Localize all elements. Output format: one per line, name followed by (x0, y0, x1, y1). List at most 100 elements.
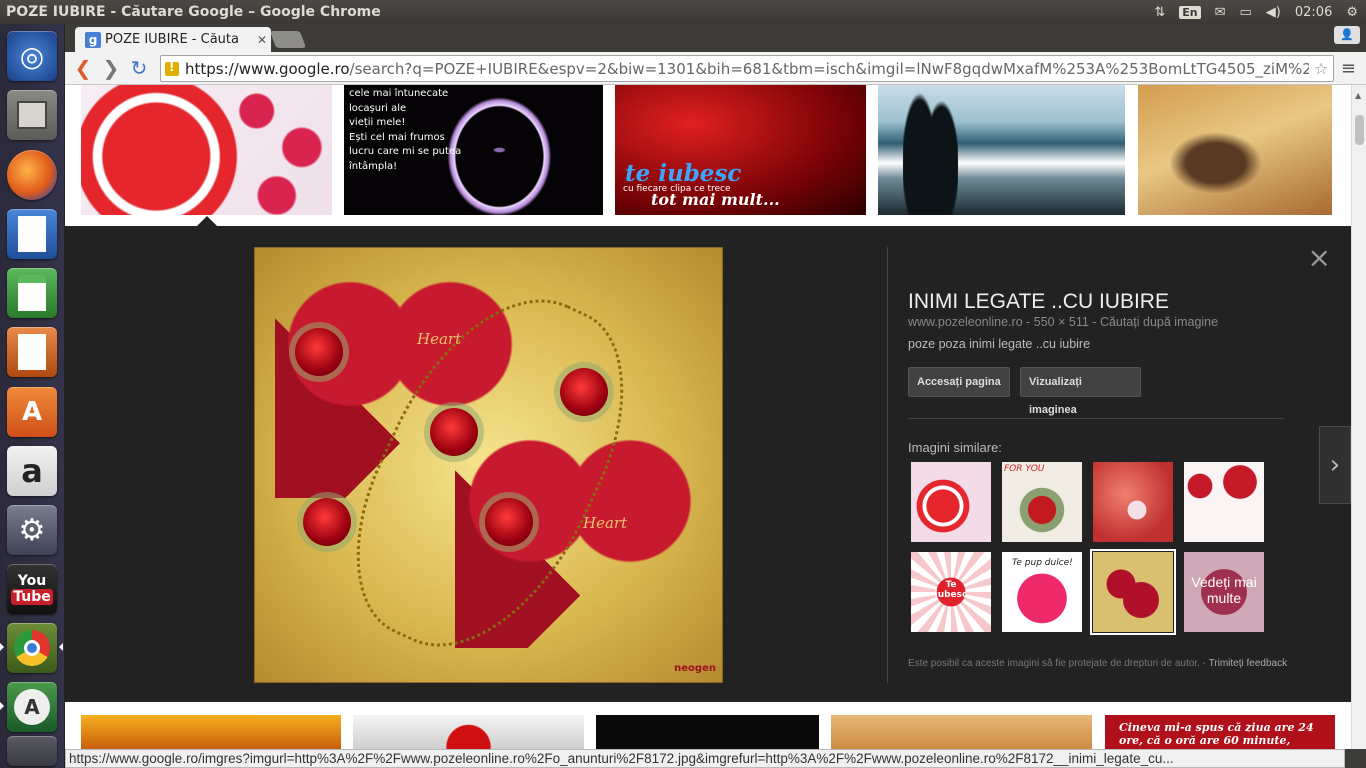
vertical-divider (887, 247, 888, 683)
preview-caret (197, 216, 217, 226)
youtube-icon[interactable]: You Tube (7, 564, 57, 614)
heart-label: Heart (583, 514, 628, 532)
preview-description: poze poza inimi legate ..cu iubire (908, 337, 1091, 351)
result-thumbnail-3[interactable]: te iubesc cu fiecare clipa ce trece tot … (615, 85, 866, 215)
result-thumbnail-2[interactable]: cele mai întunecate locașuri ale vieții … (344, 85, 603, 215)
launcher-pip-chrome (0, 643, 4, 651)
close-preview-icon[interactable]: × (1308, 244, 1331, 272)
scrollbar-thumb[interactable] (1355, 115, 1364, 145)
google-favicon-icon: g (85, 31, 101, 48)
similar-images-label: Imagini similare: (908, 440, 1002, 455)
chrome-menu-icon[interactable]: ≡ (1341, 58, 1356, 79)
similar-image[interactable] (911, 462, 991, 542)
similar-image-caption: Te iubesc (934, 580, 968, 600)
writer-icon[interactable] (7, 209, 57, 259)
launcher: ◎ A a ⚙ You Tube A (0, 24, 65, 768)
copyright-text: Este posibil ca aceste imagini să fie pr… (908, 658, 1200, 669)
tab-strip: g POZE IUBIRE - Căuta ✕ 👤 (65, 24, 1366, 52)
url-text: https://www.google.ro/search?q=POZE+IUBI… (185, 60, 1309, 78)
updater-icon[interactable]: A (7, 682, 57, 732)
launcher-pip-updater (0, 702, 4, 710)
send-feedback-link[interactable]: Trimiteți feedback (1209, 658, 1288, 669)
preview-main-image[interactable]: Heart Heart neogen (254, 247, 723, 686)
meta-separator: - (1092, 315, 1100, 329)
youtube-label-bottom: Tube (11, 589, 53, 605)
search-by-image-link[interactable]: Căutați după imagine (1100, 315, 1218, 329)
result-thumbnail-4[interactable] (878, 85, 1125, 215)
clock[interactable]: 02:06 (1295, 5, 1332, 20)
rose (485, 498, 533, 546)
file-cabinet-icon[interactable] (7, 90, 57, 140)
mail-icon[interactable]: ✉ (1215, 5, 1226, 20)
volume-icon[interactable]: ◀) (1266, 5, 1281, 20)
next-image-button[interactable]: › (1319, 426, 1351, 504)
image-dimensions: 550 × 511 (1033, 315, 1089, 329)
couple-silhouette (903, 85, 958, 215)
scroll-up-icon[interactable]: ▲ (1355, 91, 1361, 100)
result-thumbnail-6[interactable] (81, 715, 341, 749)
back-button[interactable]: ❮ (69, 54, 97, 82)
result-thumbnail-8[interactable] (596, 715, 819, 749)
rose (303, 498, 351, 546)
profile-icon[interactable]: 👤 (1334, 26, 1360, 44)
result-thumbnail-7[interactable] (353, 715, 584, 749)
result-thumbnail-9[interactable] (831, 715, 1092, 749)
result-thumbnail-10[interactable]: Cineva mi-a spus că ziua are 24 ore, că … (1105, 715, 1335, 749)
similar-image-caption: Te pup dulce! (1012, 558, 1073, 568)
amazon-icon[interactable]: a (7, 446, 57, 496)
result-thumbnail-1[interactable] (81, 85, 332, 215)
thumbnail-caption: cele mai întunecate locașuri ale vieții … (349, 88, 462, 172)
similar-image[interactable] (1184, 462, 1264, 542)
rose (295, 328, 343, 376)
view-image-button[interactable]: Vizualizați imaginea (1020, 367, 1141, 416)
address-bar[interactable]: https://www.google.ro/search?q=POZE+IUBI… (160, 55, 1334, 82)
keyboard-language-indicator[interactable]: En (1179, 5, 1201, 19)
url-host: https://www.google.ro (185, 59, 350, 78)
status-bubble: https://www.google.ro/imgres?imgurl=http… (65, 749, 1345, 768)
similar-image-selected[interactable] (1090, 549, 1176, 635)
reload-button[interactable]: ↻ (125, 54, 153, 82)
wrench-gear-icon[interactable]: ⚙ (7, 505, 57, 555)
firefox-icon[interactable] (7, 150, 57, 200)
see-more-label: Vedeți mai multe (1191, 574, 1257, 606)
trash-icon[interactable] (7, 736, 57, 766)
forward-button[interactable]: ❯ (97, 54, 125, 82)
heart-label: Heart (417, 330, 462, 348)
vertical-scrollbar[interactable]: ▲ (1351, 85, 1366, 749)
bookmark-star-icon[interactable]: ☆ (1309, 59, 1333, 78)
ubuntu-logo-icon[interactable]: ◎ (7, 31, 57, 81)
result-thumbnail-5[interactable] (1138, 85, 1332, 215)
similar-image[interactable]: FOR YOU (1002, 462, 1082, 542)
transfer-arrows-icon[interactable]: ⇅ (1154, 5, 1165, 20)
tab-active[interactable]: g POZE IUBIRE - Căuta ✕ (75, 27, 271, 52)
page-content: cele mai întunecate locașuri ale vieții … (65, 85, 1351, 749)
preview-title[interactable]: INIMI LEGATE ..CU IUBIRE (908, 290, 1169, 314)
system-tray: ⇅ En ✉ ▭ ◀) 02:06 ⚙ (1154, 5, 1366, 20)
similar-image[interactable] (1093, 462, 1173, 542)
battery-icon[interactable]: ▭ (1240, 5, 1252, 20)
warning-lock-icon[interactable] (165, 60, 179, 76)
window-title: POZE IUBIRE - Căutare Google – Google Ch… (6, 4, 381, 20)
copyright-notice: Este posibil ca aceste imagini să fie pr… (908, 658, 1288, 669)
amazon-letter: a (21, 452, 43, 490)
calc-icon[interactable] (7, 268, 57, 318)
similar-image-caption: FOR YOU (1004, 464, 1045, 474)
see-more-button[interactable]: Vedeți mai multe (1184, 552, 1264, 632)
rose (430, 408, 478, 456)
watermark: neogen (674, 663, 716, 674)
power-gear-icon[interactable]: ⚙ (1346, 5, 1358, 20)
similar-image[interactable]: Te pup dulce! (1002, 552, 1082, 632)
tab-close-icon[interactable]: ✕ (253, 33, 271, 47)
visit-page-button[interactable]: Accesați pagina (908, 367, 1010, 397)
store-letter: A (21, 397, 43, 427)
impress-icon[interactable] (7, 327, 57, 377)
browser-toolbar: ❮ ❯ ↻ https://www.google.ro/search?q=POZ… (65, 52, 1366, 85)
preview-meta: www.pozeleonline.ro - 550 × 511 - Căutaț… (908, 315, 1218, 329)
similar-image[interactable]: Te iubesc (911, 552, 991, 632)
software-center-icon[interactable]: A (7, 387, 57, 437)
chrome-icon[interactable] (7, 623, 57, 673)
new-tab-button[interactable] (269, 31, 307, 48)
youtube-label-top: You (17, 573, 47, 589)
url-path: /search?q=POZE+IUBIRE&espv=2&biw=1301&bi… (349, 59, 1309, 78)
source-link[interactable]: www.pozeleonline.ro (908, 315, 1023, 329)
